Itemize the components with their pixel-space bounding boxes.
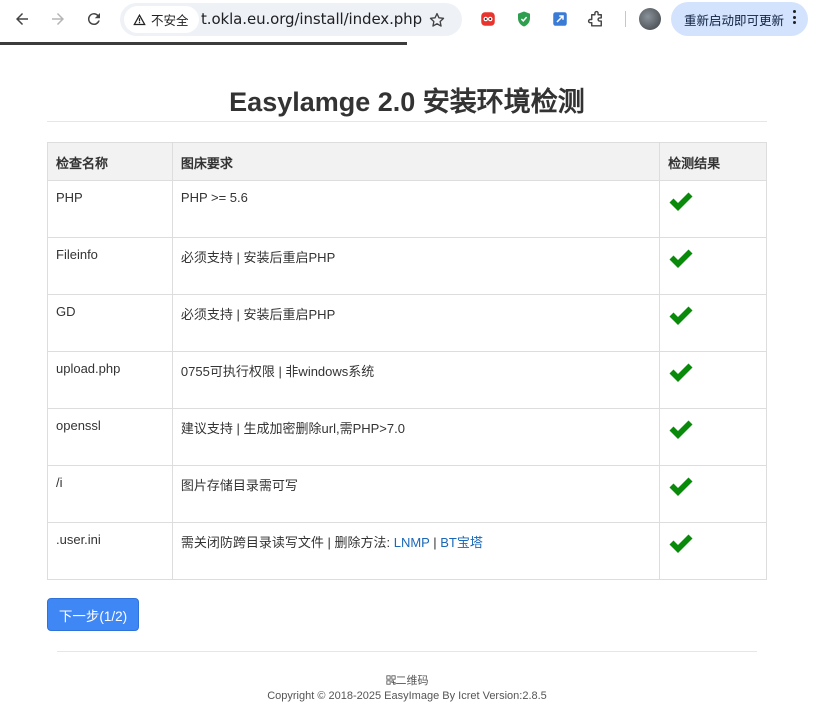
table-row: .user.ini 需关闭防跨目录读写文件 | 删除方法: LNMP | BT宝…: [47, 522, 767, 580]
column-header-name: 检查名称: [47, 142, 173, 181]
back-arrow-icon: [16, 13, 28, 25]
check-name: Fileinfo: [47, 237, 173, 295]
star-icon: [429, 12, 445, 27]
check-name: openssl: [47, 408, 173, 466]
check-result: [659, 237, 767, 295]
puzzle-extensions-icon: [587, 10, 602, 27]
forward-button[interactable]: [43, 4, 73, 34]
address-bar[interactable]: 不安全 t.okla.eu.org/install/index.php: [120, 3, 462, 36]
check-requirement: 建议支持 | 生成加密删除url,需PHP>7.0: [171, 408, 661, 466]
red-extension-icon: [481, 12, 495, 26]
checkmark-icon: [668, 362, 758, 384]
url-text[interactable]: t.okla.eu.org/install/index.php: [201, 10, 422, 28]
back-button[interactable]: [7, 4, 37, 34]
title-divider: [47, 121, 767, 122]
table-row: GD 必须支持 | 安装后重启PHP: [47, 294, 767, 352]
check-name: .user.ini: [47, 522, 173, 580]
toolbar-divider: [625, 11, 626, 27]
check-requirement: 必须支持 | 安装后重启PHP: [171, 294, 661, 352]
screenshot-extension-button[interactable]: [548, 7, 572, 31]
checkmark-icon: [668, 533, 758, 555]
bt-panel-link[interactable]: BT宝塔: [440, 535, 483, 550]
reload-button[interactable]: [79, 4, 109, 34]
check-requirement: 图片存储目录需可写: [171, 465, 661, 523]
page-load-progress: [0, 42, 407, 45]
checkmark-icon: [668, 191, 758, 213]
requirement-text: 需关闭防跨目录读写文件 | 删除方法:: [180, 535, 394, 550]
table-row: PHP PHP >= 5.6: [47, 180, 767, 238]
red-extension-button[interactable]: [476, 7, 500, 31]
footer-divider: [57, 651, 757, 652]
check-name: /i: [47, 465, 173, 523]
qrcode-icon: [385, 675, 396, 685]
copyright-text: Copyright © 2018-2025 EasyImage By Icret…: [267, 690, 547, 702]
lnmp-link[interactable]: LNMP: [394, 535, 430, 550]
extensions-menu-button[interactable]: [584, 7, 608, 31]
link-separator: |: [429, 535, 441, 550]
next-step-button[interactable]: 下一步(1/2): [47, 598, 139, 631]
check-requirement: 必须支持 | 安装后重启PHP: [171, 237, 661, 295]
relaunch-update-button[interactable]: 重新启动即可更新: [671, 2, 808, 36]
checkmark-icon: [668, 476, 758, 498]
check-result: [659, 351, 767, 409]
column-header-requirement: 图床要求: [171, 142, 661, 181]
check-result: [659, 180, 767, 238]
table-row: upload.php 0755可执行权限 | 非windows系统: [47, 351, 767, 409]
forward-arrow-icon: [52, 13, 64, 25]
check-result: [659, 522, 767, 580]
table-row: openssl 建议支持 | 生成加密删除url,需PHP>7.0: [47, 408, 767, 466]
check-requirement: 需关闭防跨目录读写文件 | 删除方法: LNMP | BT宝塔: [171, 522, 661, 580]
check-result: [659, 294, 767, 352]
checkmark-icon: [668, 248, 758, 270]
bookmark-star-button[interactable]: [424, 7, 450, 33]
profile-avatar[interactable]: [639, 8, 661, 30]
reload-icon: [87, 13, 100, 26]
warning-triangle-icon: [133, 13, 146, 26]
update-button-label: 重新启动即可更新: [684, 12, 785, 28]
check-result: [659, 465, 767, 523]
security-chip[interactable]: 不安全: [124, 6, 199, 33]
checkmark-icon: [668, 305, 758, 327]
check-result: [659, 408, 767, 466]
column-header-result: 检测结果: [659, 142, 767, 181]
shield-extension-icon: [518, 11, 530, 27]
checkmark-icon: [668, 419, 758, 441]
page-title: Easylamge 2.0 安装环境检测: [229, 87, 585, 117]
environment-check-table: 检查名称 图床要求 检测结果 PHP PHP >= 5.6 Fileinfo 必…: [47, 142, 767, 580]
screenshot-extension-icon: [553, 12, 567, 26]
qr-label: 二维码: [395, 674, 429, 687]
shield-extension-button[interactable]: [512, 7, 536, 31]
more-vert-icon: [793, 10, 796, 24]
table-row: Fileinfo 必须支持 | 安装后重启PHP: [47, 237, 767, 295]
qr-code-link[interactable]: 二维码: [0, 672, 814, 688]
table-header-row: 检查名称 图床要求 检测结果: [47, 142, 767, 181]
check-requirement: PHP >= 5.6: [171, 180, 661, 238]
check-name: PHP: [47, 180, 173, 238]
table-row: /i 图片存储目录需可写: [47, 465, 767, 523]
browser-toolbar: 不安全 t.okla.eu.org/install/index.php 重新启动…: [0, 0, 814, 45]
security-label: 不安全: [151, 13, 189, 28]
check-requirement: 0755可执行权限 | 非windows系统: [171, 351, 661, 409]
check-name: upload.php: [47, 351, 173, 409]
check-name: GD: [47, 294, 173, 352]
